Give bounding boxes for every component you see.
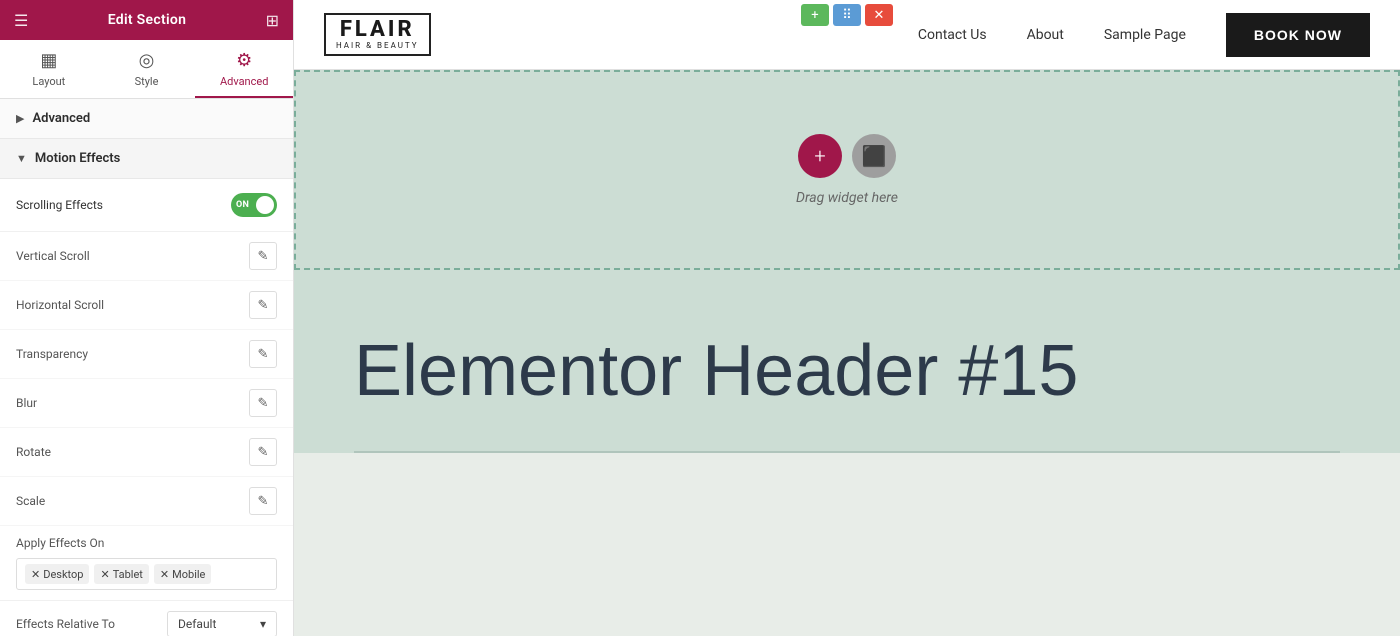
transparency-edit-button[interactable]: ✎ [249,340,277,368]
rotate-edit-button[interactable]: ✎ [249,438,277,466]
horizontal-scroll-pencil-icon: ✎ [258,297,269,313]
rotate-pencil-icon: ✎ [258,444,269,460]
horizontal-scroll-label: Horizontal Scroll [16,298,104,312]
scale-pencil-icon: ✎ [258,493,269,509]
tab-layout-label: Layout [32,75,65,88]
canvas-content: + ⬛ Drag widget here Elementor Header #1… [294,70,1400,636]
tabs-row: ▦ Layout ◎ Style ⚙ Advanced [0,40,293,99]
advanced-arrow-icon: ▶ [16,112,24,125]
apply-effects-tags-input[interactable]: ✕ Desktop ✕ Tablet ✕ Mobile [16,558,277,590]
effects-relative-value: Default [178,617,216,631]
advanced-section-title: Advanced [32,111,90,126]
tag-tablet-x-icon[interactable]: ✕ [100,568,109,581]
tag-tablet-label: Tablet [113,568,143,581]
layout-tab-icon: ▦ [40,50,57,71]
tab-advanced[interactable]: ⚙ Advanced [195,40,293,98]
grid-icon[interactable]: ⊞ [266,11,279,30]
folder-widget-button[interactable]: ⬛ [852,134,896,178]
motion-arrow-icon: ▼ [16,152,27,165]
motion-effects-section: ▼ Motion Effects Scrolling Effects ON Ve… [0,139,293,636]
drag-hint: Drag widget here [796,190,898,206]
motion-effects-content: Scrolling Effects ON Vertical Scroll ✎ H… [0,179,293,636]
tab-advanced-label: Advanced [220,75,268,88]
motion-effects-header[interactable]: ▼ Motion Effects [0,139,293,179]
vertical-scroll-label: Vertical Scroll [16,249,90,263]
tag-mobile-x-icon[interactable]: ✕ [160,568,169,581]
tab-style-label: Style [135,75,159,88]
book-now-button[interactable]: BOOK NOW [1226,13,1370,57]
section-divider [354,451,1340,453]
transparency-row: Transparency ✎ [0,330,293,379]
scrolling-effects-toggle[interactable]: ON [231,193,277,217]
effects-relative-select[interactable]: Default ▾ [167,611,277,636]
apply-effects-label: Apply Effects On [16,536,277,550]
horizontal-scroll-row: Horizontal Scroll ✎ [0,281,293,330]
nav-toolbar: + ⠿ ✕ [801,4,893,26]
tag-tablet: ✕ Tablet [94,564,148,584]
select-arrow-icon: ▾ [260,617,266,631]
toolbar-add-button[interactable]: + [801,4,829,26]
rotate-label: Rotate [16,445,51,459]
tag-desktop: ✕ Desktop [25,564,89,584]
scrolling-effects-row: Scrolling Effects ON [0,179,293,232]
add-widget-button[interactable]: + [798,134,842,178]
tab-layout[interactable]: ▦ Layout [0,40,98,98]
widget-drop-section[interactable]: + ⬛ Drag widget here [294,70,1400,270]
effects-relative-label: Effects Relative To [16,617,115,631]
advanced-section-row[interactable]: ▶ Advanced [0,99,293,139]
blur-pencil-icon: ✎ [258,395,269,411]
vertical-scroll-row: Vertical Scroll ✎ [0,232,293,281]
vertical-scroll-pencil-icon: ✎ [258,248,269,264]
effects-relative-row: Effects Relative To Default ▾ [0,601,293,636]
blur-row: Blur ✎ [0,379,293,428]
motion-effects-title: Motion Effects [35,151,120,166]
toolbar-grid-button[interactable]: ⠿ [833,4,861,26]
nav-link-sample[interactable]: Sample Page [1104,27,1186,43]
rotate-row: Rotate ✎ [0,428,293,477]
logo-box: FLAIR HAIR & BEAUTY [324,13,431,56]
blur-label: Blur [16,396,37,410]
nav-link-about[interactable]: About [1027,27,1064,43]
scrolling-effects-label: Scrolling Effects [16,198,103,212]
widget-controls: + ⬛ [798,134,896,178]
nav-link-contact[interactable]: Contact Us [918,27,987,43]
panel-header: ☰ Edit Section ⊞ [0,0,293,40]
vertical-scroll-edit-button[interactable]: ✎ [249,242,277,270]
toolbar-close-button[interactable]: ✕ [865,4,893,26]
logo-area: FLAIR HAIR & BEAUTY [324,13,431,56]
apply-effects-row: Apply Effects On ✕ Desktop ✕ Tablet ✕ Mo… [0,526,293,601]
logo-sub: HAIR & BEAUTY [336,41,419,50]
right-canvas: + ⠿ ✕ FLAIR HAIR & BEAUTY Contact Us Abo… [294,0,1400,636]
transparency-pencil-icon: ✎ [258,346,269,362]
panel-title: Edit Section [108,12,187,28]
scale-row: Scale ✎ [0,477,293,526]
blur-edit-button[interactable]: ✎ [249,389,277,417]
toggle-on-label: ON [236,200,249,210]
advanced-tab-icon: ⚙ [236,50,252,71]
style-tab-icon: ◎ [139,50,155,71]
logo-main: FLAIR [336,19,419,41]
tag-desktop-label: Desktop [43,568,83,581]
transparency-label: Transparency [16,347,88,361]
tag-mobile: ✕ Mobile [154,564,211,584]
top-nav: + ⠿ ✕ FLAIR HAIR & BEAUTY Contact Us Abo… [294,0,1400,70]
toggle-thumb [256,196,274,214]
nav-links: Contact Us About Sample Page BOOK NOW [918,13,1370,57]
tag-x-icon[interactable]: ✕ [31,568,40,581]
heading-section: Elementor Header #15 [294,270,1400,453]
tag-mobile-label: Mobile [172,568,205,581]
left-panel: ☰ Edit Section ⊞ ▦ Layout ◎ Style ⚙ Adva… [0,0,294,636]
scale-edit-button[interactable]: ✎ [249,487,277,515]
hamburger-icon[interactable]: ☰ [14,11,28,30]
horizontal-scroll-edit-button[interactable]: ✎ [249,291,277,319]
main-heading: Elementor Header #15 [354,330,1340,413]
scale-label: Scale [16,494,45,508]
tab-style[interactable]: ◎ Style [98,40,196,98]
